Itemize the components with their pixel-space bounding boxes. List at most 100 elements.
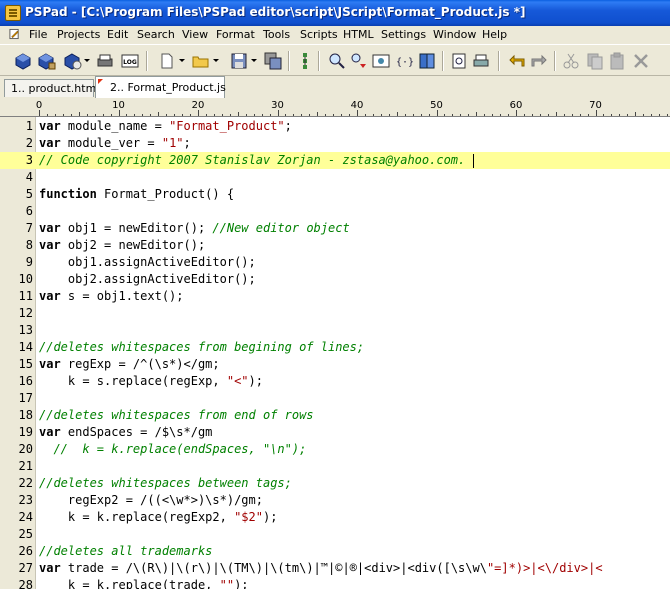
code-line[interactable]: 26 //deletes all trademarks (0, 543, 670, 560)
print-preview-icon[interactable] (450, 52, 468, 70)
menu-file[interactable]: File (29, 28, 47, 41)
menu-projects[interactable]: Projects (57, 28, 100, 41)
line-number: 21 (18, 459, 33, 473)
keyword: var (39, 561, 61, 575)
code-token: trade = /\(R\)|\(r\)|\(TM\)|\(tm\)|™|©|®… (60, 561, 487, 575)
code-line[interactable]: 6 (0, 203, 670, 220)
code-line[interactable]: 15 var regExp = /^(\s*)</gm; (0, 356, 670, 373)
line-number: 4 (25, 170, 33, 184)
code-line[interactable]: 11 var s = obj1.text(); (0, 288, 670, 305)
project-open-icon[interactable] (14, 52, 32, 70)
code-line[interactable]: 24 k = k.replace(regExp2, "$2"); (0, 509, 670, 526)
code-line[interactable]: 20 // k = k.replace(endSpaces, "\n"); (0, 441, 670, 458)
ruler-tick (78, 112, 80, 116)
ruler-tick (237, 112, 239, 116)
code-line[interactable]: 28 k = k.replace(trade, ""); (0, 577, 670, 589)
line-number: 22 (18, 476, 33, 490)
code-line[interactable]: 23 regExp2 = /((<\w*>)\s*)/gm; (0, 492, 670, 509)
delete-icon[interactable] (632, 52, 650, 70)
code-token: k = k.replace(trade, (39, 578, 220, 589)
code-line[interactable]: 5 function Format_Product() { (0, 186, 670, 203)
code-text: // Code copyright 2007 Stanislav Zorjan … (39, 152, 475, 169)
code-line[interactable]: 2 var module_ver = "1"; (0, 135, 670, 152)
save-all-icon[interactable] (264, 52, 282, 70)
menu-pencil-icon[interactable] (9, 28, 20, 40)
keyword: var (39, 238, 61, 252)
code-line[interactable]: 19 var endSpaces = /$\s*/gm (0, 424, 670, 441)
ruler-tick (166, 114, 168, 116)
project-save-icon[interactable] (38, 52, 56, 70)
tab-format-product-js[interactable]: 2.. Format_Product.js (95, 76, 226, 98)
code-line[interactable]: 7 var obj1 = newEditor(); //New editor ob… (0, 220, 670, 237)
cut-icon[interactable] (562, 52, 580, 70)
print-button-icon[interactable] (472, 52, 490, 70)
code-line[interactable]: 18 //deletes whitespaces from end of rows (0, 407, 670, 424)
find-replace-icon[interactable] (350, 52, 368, 70)
preview-icon[interactable] (372, 52, 390, 70)
keyword: var (39, 221, 61, 235)
code-text: var module_ver = "1"; (39, 135, 191, 152)
title-bar[interactable]: PSPad - [C:\Program Files\PSPad editor\s… (0, 0, 670, 26)
undo-icon[interactable] (508, 52, 526, 70)
code-line[interactable]: 4 (0, 169, 670, 186)
menu-help[interactable]: Help (482, 28, 507, 41)
print-icon[interactable] (96, 52, 114, 70)
menu-html[interactable]: HTML (343, 28, 374, 41)
redo-icon[interactable] (530, 52, 548, 70)
code-line[interactable]: 27 var trade = /\(R\)|\(r\)|\(TM\)|\(tm\)… (0, 560, 670, 577)
save-icon[interactable] (230, 52, 248, 70)
code-line[interactable]: 1 var module_name = "Format_Product"; (0, 118, 670, 135)
open-file-dropdown-icon[interactable] (213, 59, 219, 62)
ruler-tick (309, 114, 311, 116)
code-line[interactable]: 9 obj1.assignActiveEditor(); (0, 254, 670, 271)
code-line[interactable]: 25 (0, 526, 670, 543)
pspad-app-icon[interactable] (5, 5, 21, 21)
ruler-label: 20 (191, 100, 205, 111)
open-file-icon[interactable] (192, 52, 210, 70)
svg-text:{·}: {·} (396, 57, 414, 68)
code-token: obj1 = newEditor(); (60, 221, 213, 235)
code-editor[interactable]: 1 var module_name = "Format_Product"; 2 var… (0, 117, 670, 589)
code-line[interactable]: 14 //deletes whitespaces from begining of… (0, 339, 670, 356)
tab-product-html[interactable]: 1.. product.html (4, 79, 99, 97)
code-line[interactable]: 12 (0, 305, 670, 322)
code-line[interactable]: 10 obj2.assignActiveEditor(); (0, 271, 670, 288)
book-icon[interactable] (418, 52, 436, 70)
ruler-tick (484, 114, 486, 116)
menu-edit[interactable]: Edit (107, 28, 128, 41)
code-line[interactable]: 3 // Code copyright 2007 Stanislav Zorjan… (0, 152, 670, 169)
line-number: 26 (18, 544, 33, 558)
project-recent-dropdown-icon[interactable] (84, 59, 90, 62)
menu-window[interactable]: Window (433, 28, 476, 41)
ruler-tick (627, 114, 629, 116)
menu-settings[interactable]: Settings (381, 28, 426, 41)
menu-tools[interactable]: Tools (263, 28, 290, 41)
tree-icon[interactable] (296, 52, 314, 70)
code-line[interactable]: 13 (0, 322, 670, 339)
menu-search[interactable]: Search (137, 28, 175, 41)
code-token: k = k.replace(regExp2, (39, 510, 235, 524)
code-text: var module_name = "Format_Product"; (39, 118, 292, 135)
code-line[interactable]: 17 (0, 390, 670, 407)
code-line[interactable]: 8 var obj2 = newEditor(); (0, 237, 670, 254)
code-line[interactable]: 16 k = s.replace(regExp, "<"); (0, 373, 670, 390)
project-recent-icon[interactable] (64, 52, 82, 70)
menu-format[interactable]: Format (216, 28, 255, 41)
menu-view[interactable]: View (182, 28, 208, 41)
new-file-icon[interactable] (158, 52, 176, 70)
line-number: 16 (18, 374, 33, 388)
find-icon[interactable] (328, 52, 346, 70)
code-line[interactable]: 22 //deletes whitespaces between tags; (0, 475, 670, 492)
line-number: 25 (18, 527, 33, 541)
new-file-dropdown-icon[interactable] (179, 59, 185, 62)
code-explorer-icon[interactable]: {·} (396, 52, 414, 70)
line-number: 12 (18, 306, 33, 320)
save-dropdown-icon[interactable] (251, 59, 257, 62)
log-icon[interactable]: LOG (121, 52, 139, 70)
paste-icon[interactable] (608, 52, 626, 70)
menu-scripts[interactable]: Scripts (300, 28, 338, 41)
copy-icon[interactable] (586, 52, 604, 70)
log-icon-label: LOG (123, 59, 137, 66)
code-line[interactable]: 21 (0, 458, 670, 475)
ruler-tick (444, 114, 446, 116)
